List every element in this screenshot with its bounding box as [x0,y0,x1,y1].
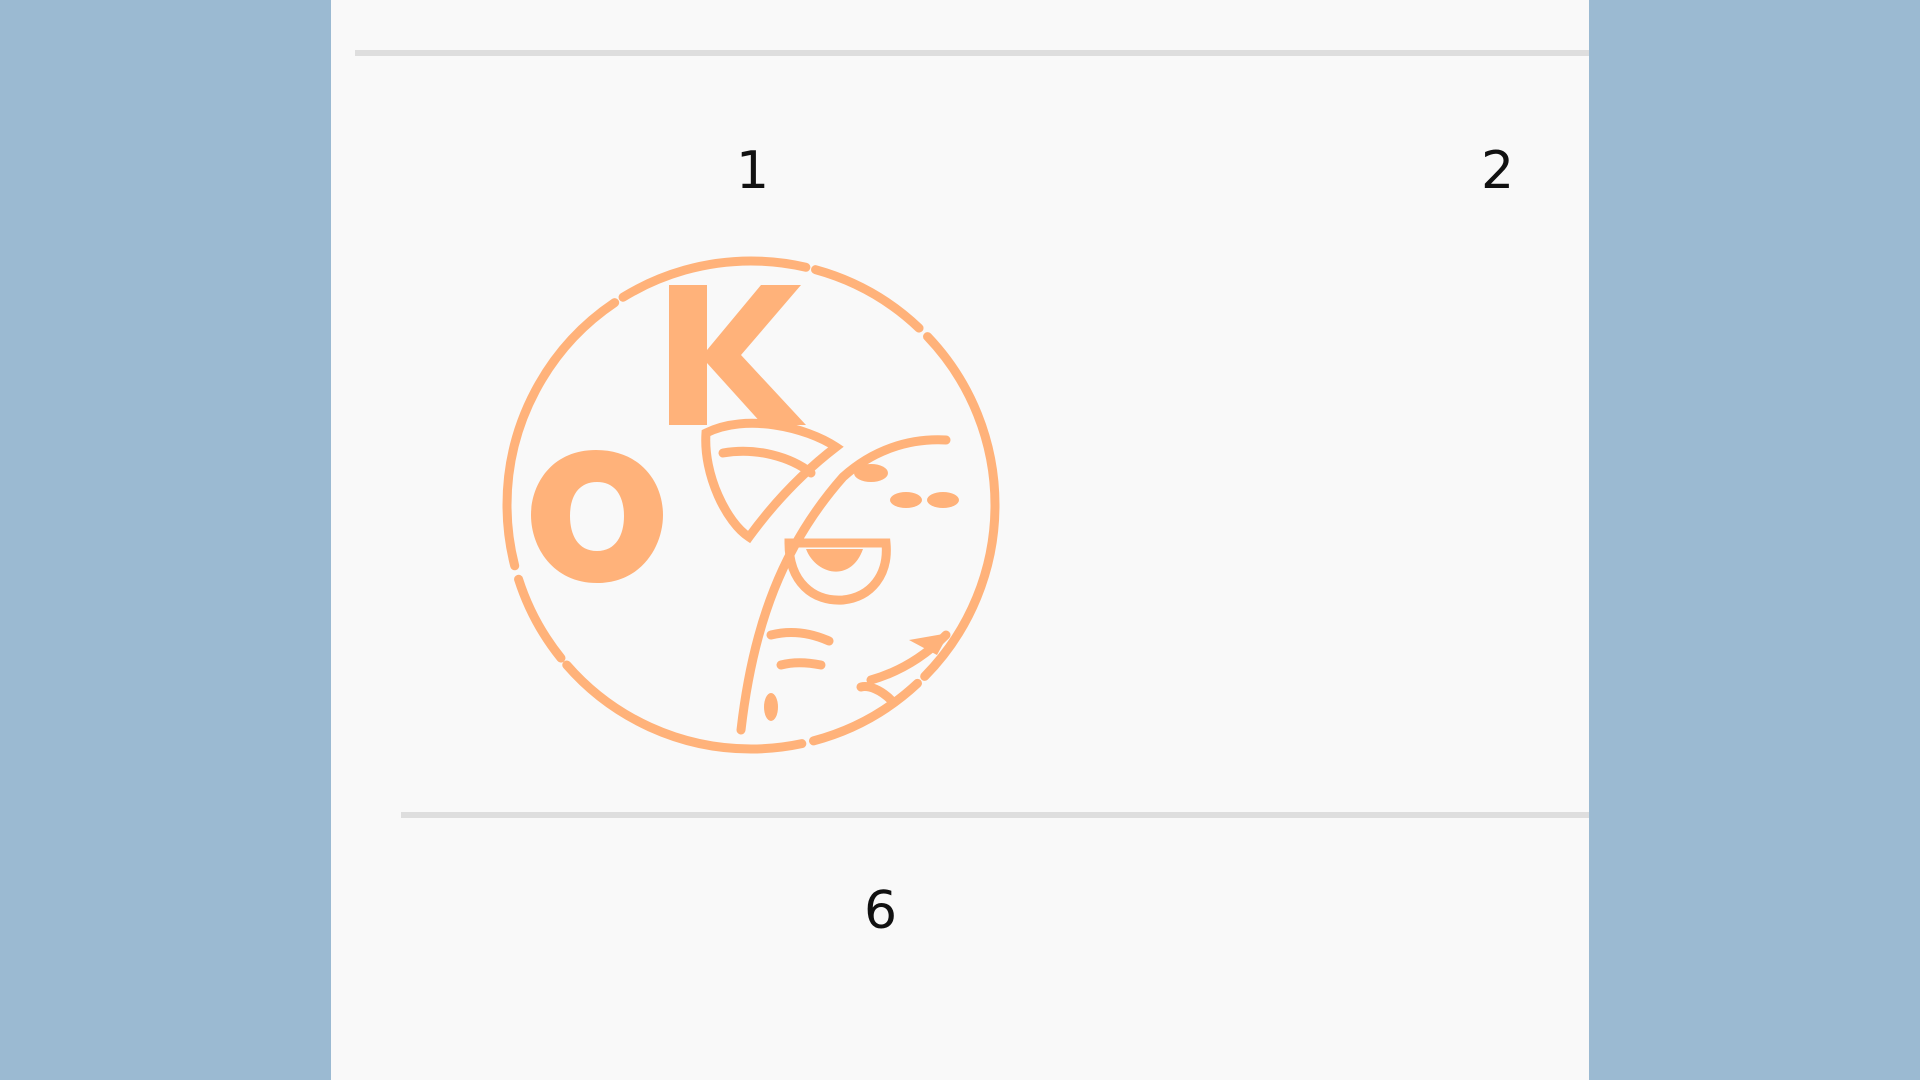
day-number[interactable]: 1 [736,145,769,197]
cat-ok-stamp-icon [491,245,1011,765]
day-number[interactable]: 2 [1481,145,1514,197]
calendar-page: 1 2 6 [331,0,1589,1080]
day-number[interactable]: 6 [864,885,897,937]
week-divider-top [355,50,1589,56]
week-divider-bottom [401,812,1589,818]
